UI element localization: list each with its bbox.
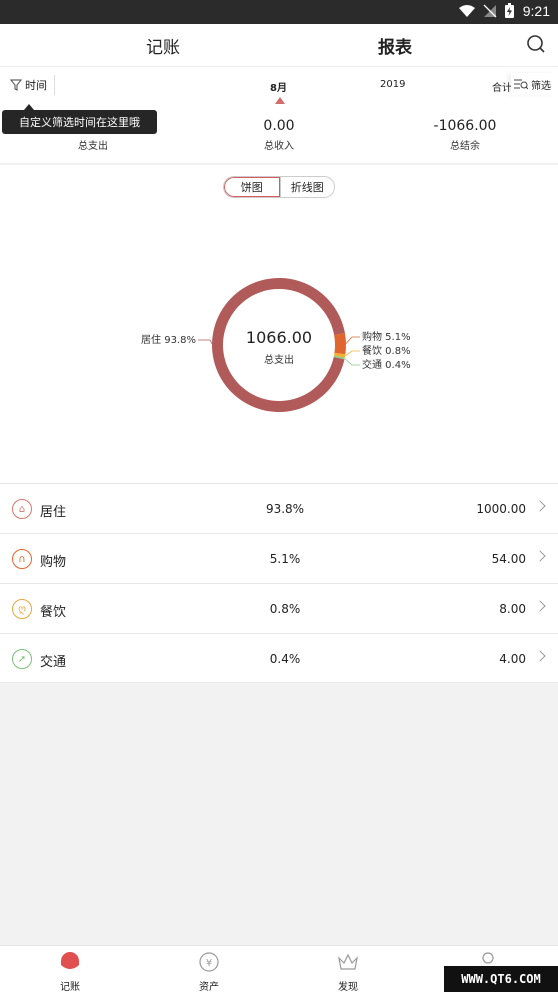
- watermark: WWW.QT6.COM: [444, 966, 558, 992]
- category-name: 购物: [40, 555, 67, 570]
- category-amount: 54.00: [491, 552, 526, 566]
- period-year[interactable]: 2019: [380, 79, 405, 90]
- filter-bar: 时间 8月 2019 合计 筛选: [0, 66, 558, 104]
- chevron-right-icon: [534, 500, 546, 512]
- balance-value: -1066.00: [433, 118, 497, 134]
- income-label: 总收入: [264, 141, 294, 152]
- nav-faxian[interactable]: 发现: [318, 950, 378, 992]
- category-percent: 0.4%: [269, 652, 301, 666]
- category-name: 餐饮: [40, 605, 67, 620]
- no-signal-icon: [483, 4, 497, 17]
- plane-icon: ➚: [12, 649, 32, 669]
- category-percent: 93.8%: [265, 502, 305, 516]
- category-list: ⌂ 居住 93.8% 1000.00 ∩ 购物 5.1% 54.00 ღ 餐饮 …: [0, 483, 558, 683]
- list-item[interactable]: ∩ 购物 5.1% 54.00: [0, 533, 558, 583]
- wifi-icon: [459, 4, 475, 17]
- list-item[interactable]: ➚ 交通 0.4% 4.00: [0, 633, 558, 683]
- header: 记账 报表: [0, 24, 558, 66]
- chevron-right-icon: [534, 650, 546, 662]
- status-time: 9:21: [522, 3, 550, 19]
- time-filter-label: 时间: [25, 79, 47, 92]
- period-indicator: [275, 97, 285, 104]
- category-name: 居住: [40, 505, 67, 520]
- tab-baobiao[interactable]: 报表: [378, 33, 412, 58]
- pie-label-3: 餐饮 0.8%: [362, 344, 411, 357]
- pie-leader-line-1: [198, 339, 213, 344]
- category-amount: 4.00: [499, 652, 526, 666]
- period-month[interactable]: 8月: [270, 79, 287, 94]
- tab-jizhang[interactable]: 记账: [146, 33, 180, 58]
- nav-faxian-label: 发现: [338, 982, 358, 992]
- chart-type-toggle: 饼图 折线图: [223, 176, 335, 198]
- nav-zichan-label: 资产: [199, 982, 219, 992]
- yen-coin-icon: ¥: [199, 952, 219, 972]
- pie-leader-line-3: [344, 350, 360, 357]
- pie-leader-line-4: [344, 358, 360, 366]
- category-name: 交通: [40, 655, 67, 670]
- pie-label-4: 交通 0.4%: [362, 358, 411, 371]
- food-icon: ღ: [12, 599, 32, 619]
- expense-label: 总支出: [78, 141, 108, 152]
- nav-jizhang-label: 记账: [60, 982, 80, 992]
- battery-charging-icon: [505, 3, 514, 18]
- filter-label: 筛选: [531, 80, 551, 92]
- crown-icon: [338, 953, 358, 970]
- chart-center-value: 1066.00: [246, 328, 312, 347]
- bag-icon: ∩: [12, 549, 32, 569]
- jizhang-icon: [61, 952, 79, 969]
- line-chart-tab[interactable]: 折线图: [279, 177, 335, 197]
- pie-label-2: 购物 5.1%: [362, 330, 411, 343]
- period-total[interactable]: 合计: [492, 79, 512, 94]
- filter-list-icon: [514, 79, 528, 90]
- divider: [54, 75, 55, 95]
- chevron-right-icon: [534, 600, 546, 612]
- funnel-icon: [10, 79, 22, 91]
- summary-income[interactable]: 0.00 总收入: [186, 118, 372, 152]
- chart-area: 居住 93.8% 购物 5.1% 餐饮 0.8% 交通 0.4% 1066.00 总支…: [0, 165, 558, 483]
- summary-balance[interactable]: -1066.00 总结余: [372, 118, 558, 152]
- income-value: 0.00: [263, 118, 295, 134]
- time-filter-tooltip: 自定义筛选时间在这里哦: [2, 104, 157, 134]
- category-percent: 0.8%: [269, 602, 301, 616]
- status-bar: 9:21: [0, 0, 558, 24]
- pie-label-1: 居住 93.8%: [141, 333, 196, 346]
- status-icons: [459, 3, 514, 18]
- balance-label: 总结余: [450, 141, 480, 152]
- list-item[interactable]: ღ 餐饮 0.8% 8.00: [0, 583, 558, 633]
- house-icon: ⌂: [12, 499, 32, 519]
- chart-center-label: 总支出: [264, 353, 294, 366]
- chevron-right-icon: [534, 550, 546, 562]
- pie-chart-tab[interactable]: 饼图: [224, 177, 280, 197]
- list-item[interactable]: ⌂ 居住 93.8% 1000.00: [0, 483, 558, 533]
- svg-text:¥: ¥: [206, 958, 212, 969]
- pie-leader-line-2: [345, 336, 360, 344]
- pie-chart: 居住 93.8% 购物 5.1%餐饮 0.8%交通 0.4% 1066.00 总支…: [141, 278, 411, 413]
- search-icon[interactable]: [526, 34, 546, 54]
- time-filter-button[interactable]: 时间: [10, 77, 47, 93]
- category-percent: 5.1%: [269, 552, 301, 566]
- category-amount: 8.00: [499, 602, 526, 616]
- pie-slice-2: [334, 333, 346, 355]
- filter-button[interactable]: 筛选: [511, 73, 554, 95]
- nav-jizhang[interactable]: 记账: [40, 950, 100, 992]
- nav-zichan[interactable]: ¥ 资产: [179, 950, 239, 992]
- category-amount: 1000.00: [476, 502, 526, 516]
